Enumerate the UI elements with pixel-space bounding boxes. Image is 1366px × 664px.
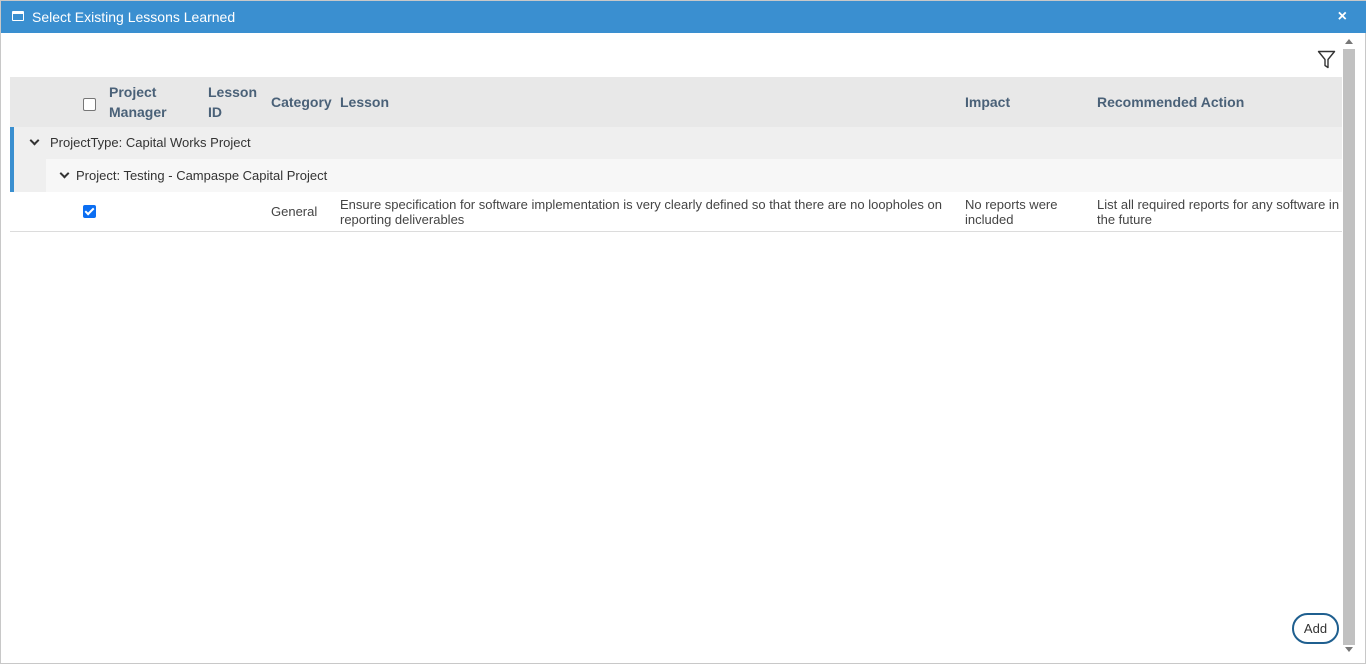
cell-category: General bbox=[271, 204, 318, 219]
chevron-down-icon[interactable] bbox=[29, 135, 40, 146]
column-header-lesson-id[interactable]: Lesson ID bbox=[208, 82, 257, 122]
cell-recommended-action: List all required reports for any softwa… bbox=[1097, 197, 1339, 227]
select-all-checkbox[interactable] bbox=[83, 98, 96, 111]
group-label-project-type: ProjectType: Capital Works Project bbox=[50, 135, 251, 150]
column-header-lesson[interactable]: Lesson bbox=[340, 92, 389, 112]
column-header-impact[interactable]: Impact bbox=[965, 92, 1010, 112]
cell-lesson-line2: reporting deliverables bbox=[340, 212, 465, 227]
cell-impact: No reports were included bbox=[965, 197, 1057, 227]
group-indent bbox=[14, 159, 46, 192]
filter-icon[interactable] bbox=[1317, 50, 1336, 70]
column-header-recommended-action[interactable]: Recommended Action bbox=[1097, 92, 1244, 112]
vertical-scrollbar[interactable] bbox=[1342, 35, 1356, 659]
cell-lesson-line1: Ensure specification for software implem… bbox=[340, 197, 942, 212]
scrollbar-thumb[interactable] bbox=[1343, 49, 1355, 645]
column-header-project-manager-line1: Project bbox=[109, 84, 157, 100]
group-label-project: Project: Testing - Campaspe Capital Proj… bbox=[76, 168, 328, 183]
column-header-lesson-id-line2: ID bbox=[208, 104, 222, 120]
dialog-titlebar: Select Existing Lessons Learned × bbox=[1, 1, 1366, 33]
group-row-project-type: ProjectType: Capital Works Project bbox=[10, 127, 1342, 159]
add-button[interactable]: Add bbox=[1292, 613, 1339, 644]
group-row-project: Project: Testing - Campaspe Capital Proj… bbox=[10, 159, 1342, 192]
column-header-category[interactable]: Category bbox=[271, 92, 332, 112]
column-header-project-manager[interactable]: Project Manager bbox=[109, 82, 167, 122]
group-accent-bar bbox=[10, 127, 14, 159]
column-header-lesson-id-line1: Lesson bbox=[208, 84, 258, 100]
cell-recommended-action-line2: the future bbox=[1097, 212, 1152, 227]
grid-header: Project Manager Lesson ID Category Lesso… bbox=[10, 77, 1342, 127]
scroll-up-icon[interactable] bbox=[1345, 39, 1353, 44]
cell-impact-line2: included bbox=[965, 212, 1014, 227]
close-icon[interactable]: × bbox=[1338, 8, 1347, 26]
lessons-dialog: Select Existing Lessons Learned × Projec… bbox=[0, 0, 1366, 664]
cell-impact-line1: No reports were bbox=[965, 197, 1058, 212]
table-row[interactable]: General Ensure specification for softwar… bbox=[10, 192, 1342, 232]
cell-lesson: Ensure specification for software implem… bbox=[340, 197, 942, 227]
column-header-project-manager-line2: Manager bbox=[109, 104, 167, 120]
row-checkbox[interactable] bbox=[83, 205, 96, 218]
window-icon bbox=[12, 11, 24, 21]
cell-recommended-action-line1: List all required reports for any softwa… bbox=[1097, 197, 1340, 212]
scroll-down-icon[interactable] bbox=[1345, 647, 1353, 652]
dialog-title: Select Existing Lessons Learned bbox=[32, 9, 236, 25]
